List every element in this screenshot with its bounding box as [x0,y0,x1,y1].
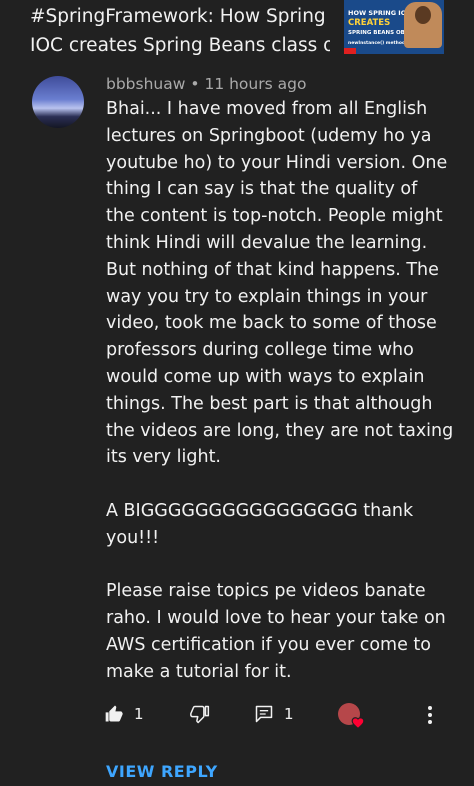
commenter-avatar[interactable] [32,76,84,128]
thumbs-up-icon [104,704,124,724]
view-reply-button[interactable]: VIEW REPLY [106,762,218,781]
comment-line: Please raise topics pe videos banate [106,581,426,602]
comment-line: AWS certification if you ever come to [106,634,431,655]
meta-separator: • [190,75,200,93]
comment-meta: bbbshuaw • 11 hours ago [106,75,306,93]
video-title-line-1: #SpringFramework: How Spring [30,6,326,27]
comment-line: things. The best part is that although [106,393,433,414]
comment-time: 11 hours ago [204,75,307,93]
comment-icon [254,704,274,724]
comment-line: would come up with ways to explain [106,366,425,387]
video-title-line-2: IOC creates Spring Beans class o… [30,35,330,56]
comment-line: Bhai... I have moved from all English [106,99,428,119]
comment-line: youtube ho) to your Hindi version. One [106,152,448,173]
video-title[interactable]: #SpringFramework: How Spring IOC creates… [30,2,330,60]
comment-line: A BIGGGGGGGGGGGGGGGG thank [106,500,414,521]
reply-button[interactable]: 1 [254,700,294,728]
video-header[interactable]: #SpringFramework: How Spring IOC creates… [0,0,474,62]
video-thumbnail[interactable]: HOW SPRING IOC CREATES SPRING BEANS OBJE… [344,0,444,54]
comment-line: the content is top-notch. People might [106,206,443,227]
reply-count: 1 [284,705,294,723]
comment-line: think Hindi will devalue the learning. [106,232,428,253]
thumbs-down-icon [190,704,210,724]
comment-line: lectures on Springboot (udemy ho ya [106,125,432,146]
like-button[interactable]: 1 [104,700,144,728]
comment-line: way you try to explain things in your [106,286,428,307]
comment-line: professors during college time who [106,340,414,361]
comment-line: But nothing of that kind happens. The [106,259,439,280]
comment-line: you!!! [106,527,160,548]
thumbnail-line-1: HOW SPRING IOC [348,9,412,17]
comment-line: video, took me back to some of those [106,313,437,334]
comment-line: raho. I would love to hear your take on [106,608,446,629]
comment-author[interactable]: bbbshuaw [106,75,185,93]
more-vertical-icon [420,706,440,731]
heart-icon [351,715,365,730]
like-count: 1 [134,705,144,723]
comment-actions: 1 1 [0,700,474,730]
thumbnail-badge [344,48,356,54]
comment-body: Bhai... I have moved from all English le… [106,96,454,686]
comment-line: the videos are long, they are not taxing [106,420,454,441]
comment-line: its very light. [106,447,221,468]
comment-line: make a tutorial for it. [106,661,292,682]
more-options-button[interactable] [420,703,440,727]
dislike-button[interactable] [190,700,210,728]
thumbnail-presenter-image [404,2,442,48]
comment-line: thing I can say is that the quality of [106,179,418,200]
